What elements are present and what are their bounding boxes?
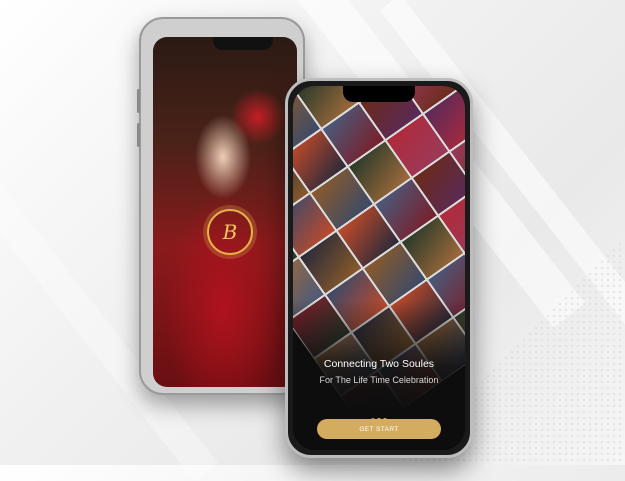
front-phone-mockup: Connecting Two Soules For The Life Time … [285,78,473,458]
onboarding-screen: Connecting Two Soules For The Life Time … [293,86,465,450]
phone-side-button [137,123,140,147]
back-phone-mockup: B [139,17,305,395]
phone-notch [213,37,273,50]
couple-photo-screen: B [153,37,297,387]
brand-logo-letter: B [223,220,238,244]
tagline-subtitle: For The Life Time Celebration [293,375,465,385]
tagline-title: Connecting Two Soules [293,358,465,370]
phone-side-button [137,89,140,113]
phone-notch [343,86,415,102]
get-start-button[interactable]: GET START [317,419,441,439]
brand-logo-emblem: B [207,209,253,255]
